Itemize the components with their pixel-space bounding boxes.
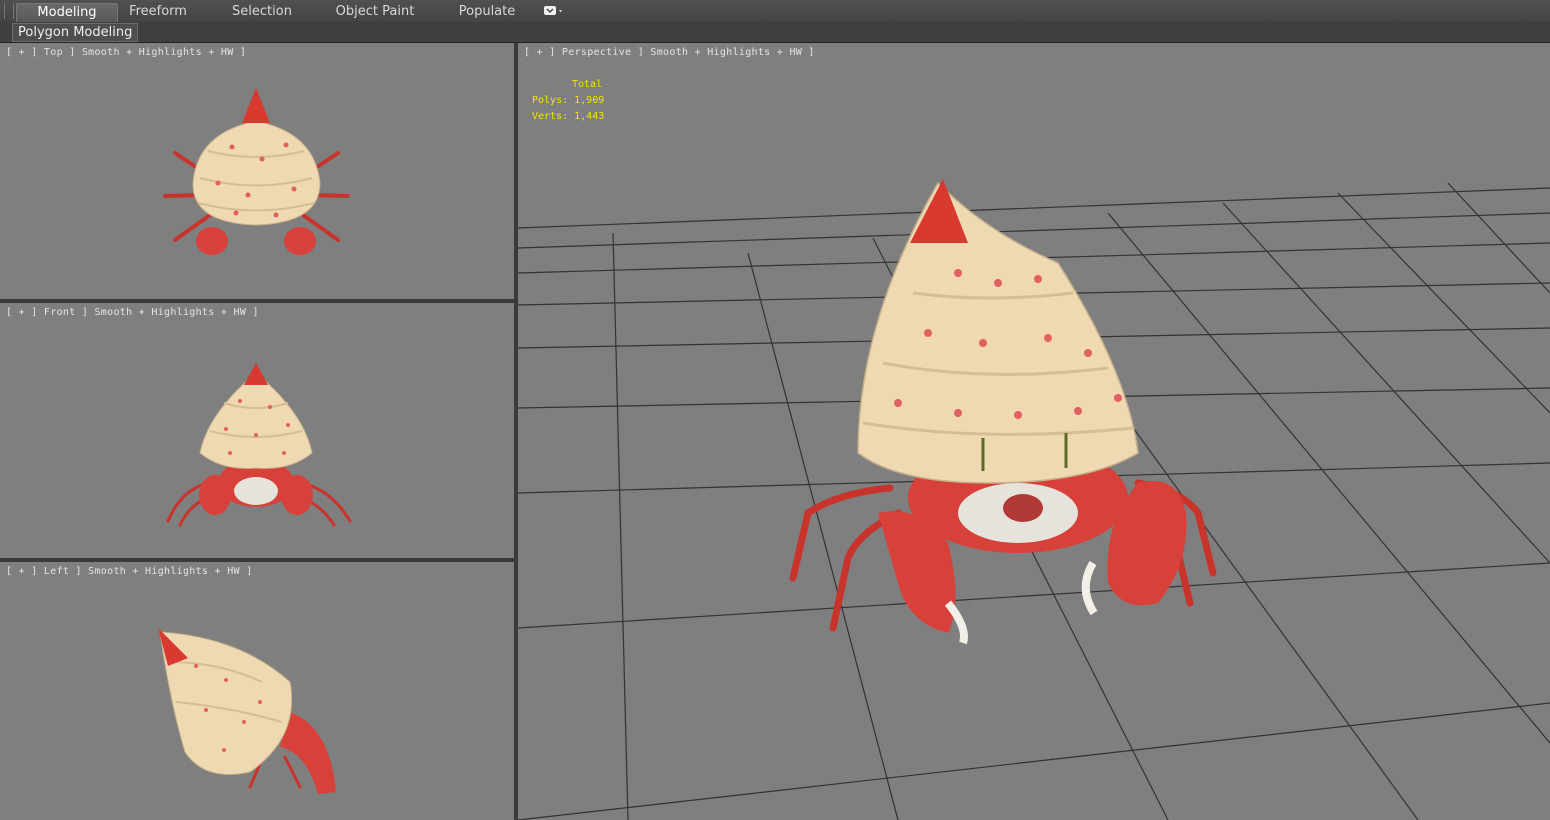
ribbon-grip-handle[interactable] <box>4 3 14 19</box>
viewport-front[interactable]: [ + ] Front ] Smooth + Highlights + HW ] <box>0 303 514 558</box>
grid-line <box>612 232 629 820</box>
tab-freeform[interactable]: Freeform <box>120 3 196 21</box>
perspective-scene <box>518 179 1550 820</box>
viewport-left[interactable]: [ + ] Left ] Smooth + Highlights + HW ] <box>0 562 514 820</box>
grid-line <box>1447 182 1550 294</box>
tab-populate[interactable]: Populate <box>452 3 522 21</box>
viewport-perspective[interactable]: [ + ] Perspective ] Smooth + Highlights … <box>518 43 1550 820</box>
dropdown-icon[interactable] <box>543 5 565 17</box>
grid-line <box>518 212 1550 249</box>
grid-line <box>1107 212 1550 744</box>
hermit-crab-model <box>789 179 1217 645</box>
grid-line <box>518 187 1550 229</box>
hermit-crab-top-view <box>163 88 350 255</box>
tab-polygon-modeling[interactable]: Polygon Modeling <box>12 23 139 42</box>
grid-line <box>1222 202 1550 564</box>
viewport-top[interactable]: [ + ] Top ] Smooth + Highlights + HW ] <box>0 43 514 299</box>
grid-line <box>518 702 1550 820</box>
grid-line <box>518 562 1550 629</box>
ribbon-bar: Modeling Freeform Selection Object Paint… <box>0 0 1550 23</box>
ribbon-panel-bar: Polygon Modeling <box>0 22 1550 43</box>
hermit-crab-front-view <box>166 363 352 527</box>
tab-object-paint[interactable]: Object Paint <box>330 3 420 21</box>
tab-modeling[interactable]: Modeling <box>16 3 118 22</box>
hermit-crab-left-view <box>158 628 336 794</box>
grid-line <box>1337 192 1550 414</box>
tab-selection[interactable]: Selection <box>222 3 302 21</box>
